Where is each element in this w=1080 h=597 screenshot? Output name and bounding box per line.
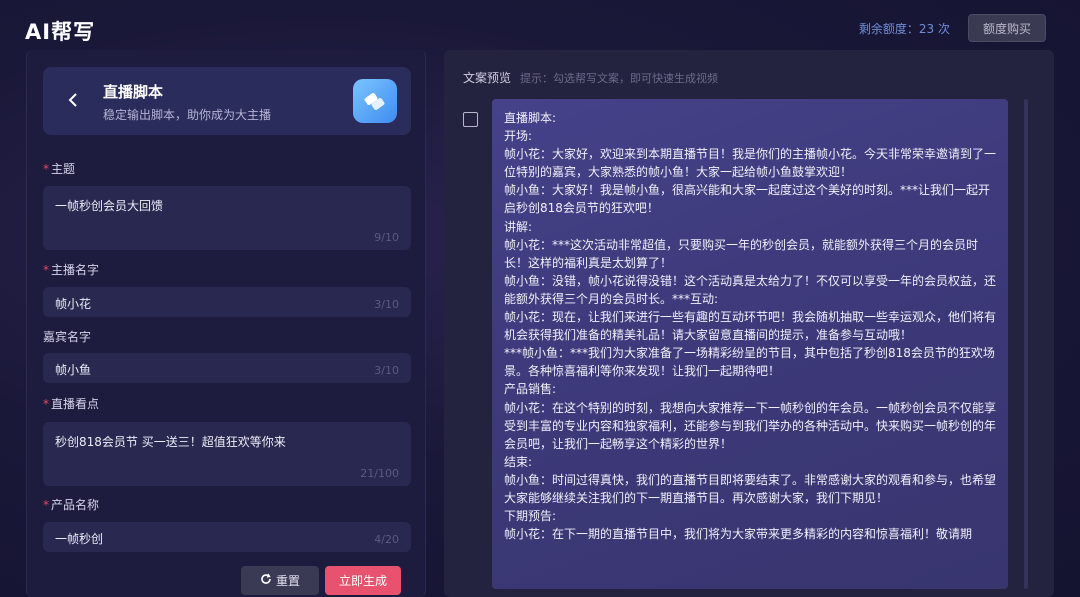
quota-remaining: 剩余额度：23 次 (858, 22, 950, 36)
app-title: AI帮写 (25, 20, 96, 44)
theme-char-count: 9/10 (374, 231, 399, 244)
buy-quota-button[interactable]: 额度购买 (968, 14, 1046, 42)
guest-name-value: 帧小鱼 (55, 363, 92, 377)
reset-label: 重置 (275, 574, 300, 588)
theme-label: * 主题 (43, 162, 76, 176)
product-name-input[interactable]: 一帧秒创 4/20 (43, 522, 411, 552)
tool-card: 直播脚本 稳定输出脚本，助你成为大主播 (43, 67, 411, 135)
preview-label: 文案预览 (463, 71, 512, 85)
product-name-value: 一帧秒创 (55, 532, 104, 546)
highlight-value: 秒创818会员节 买一送三！超值狂欢等你来 (55, 435, 286, 449)
host-char-count: 3/10 (374, 298, 399, 311)
preview-hint: 提示：勾选帮写文案，即可快速生成视频 (520, 72, 718, 85)
product-char-count: 4/20 (374, 533, 399, 546)
tool-logo-icon (353, 79, 397, 123)
required-mark: * (43, 397, 49, 411)
refresh-icon (260, 573, 272, 588)
highlight-label: * 直播看点 (43, 397, 100, 411)
highlight-char-count: 21/100 (360, 467, 399, 480)
theme-value: 一帧秒创会员大回馈 (55, 199, 164, 213)
required-mark: * (43, 498, 49, 512)
required-mark: * (43, 263, 49, 277)
generated-script-box[interactable]: 直播脚本: 开场: 帧小花：大家好，欢迎来到本期直播节目！我是你们的主播帧小花。… (492, 99, 1008, 589)
preview-panel: 文案预览 提示：勾选帮写文案，即可快速生成视频 直播脚本: 开场: 帧小花：大家… (444, 50, 1054, 597)
highlight-input[interactable]: 秒创818会员节 买一送三！超值狂欢等你来 21/100 (43, 422, 411, 486)
generate-button[interactable]: 立即生成 (325, 566, 401, 595)
host-label: * 主播名字 (43, 263, 100, 277)
guest-label: 嘉宾名字 (43, 330, 92, 344)
input-panel: 直播脚本 稳定输出脚本，助你成为大主播 * 主题 一帧秒创会员大回馈 9/10 *… (26, 50, 426, 597)
preview-scrollbar[interactable] (1024, 99, 1028, 589)
back-icon[interactable] (65, 89, 81, 111)
required-mark: * (43, 162, 49, 176)
host-name-value: 帧小花 (55, 297, 92, 311)
guest-char-count: 3/10 (374, 364, 399, 377)
reset-button[interactable]: 重置 (241, 566, 319, 595)
host-name-input[interactable]: 帧小花 3/10 (43, 287, 411, 317)
tool-subtitle: 稳定输出脚本，助你成为大主播 (103, 108, 272, 122)
generated-script-text: 直播脚本: 开场: 帧小花：大家好，欢迎来到本期直播节目！我是你们的主播帧小花。… (504, 111, 997, 542)
guest-name-input[interactable]: 帧小鱼 3/10 (43, 353, 411, 383)
tool-title: 直播脚本 (103, 83, 164, 101)
product-label: * 产品名称 (43, 498, 100, 512)
theme-input[interactable]: 一帧秒创会员大回馈 9/10 (43, 186, 411, 250)
select-copy-checkbox[interactable] (463, 112, 478, 127)
